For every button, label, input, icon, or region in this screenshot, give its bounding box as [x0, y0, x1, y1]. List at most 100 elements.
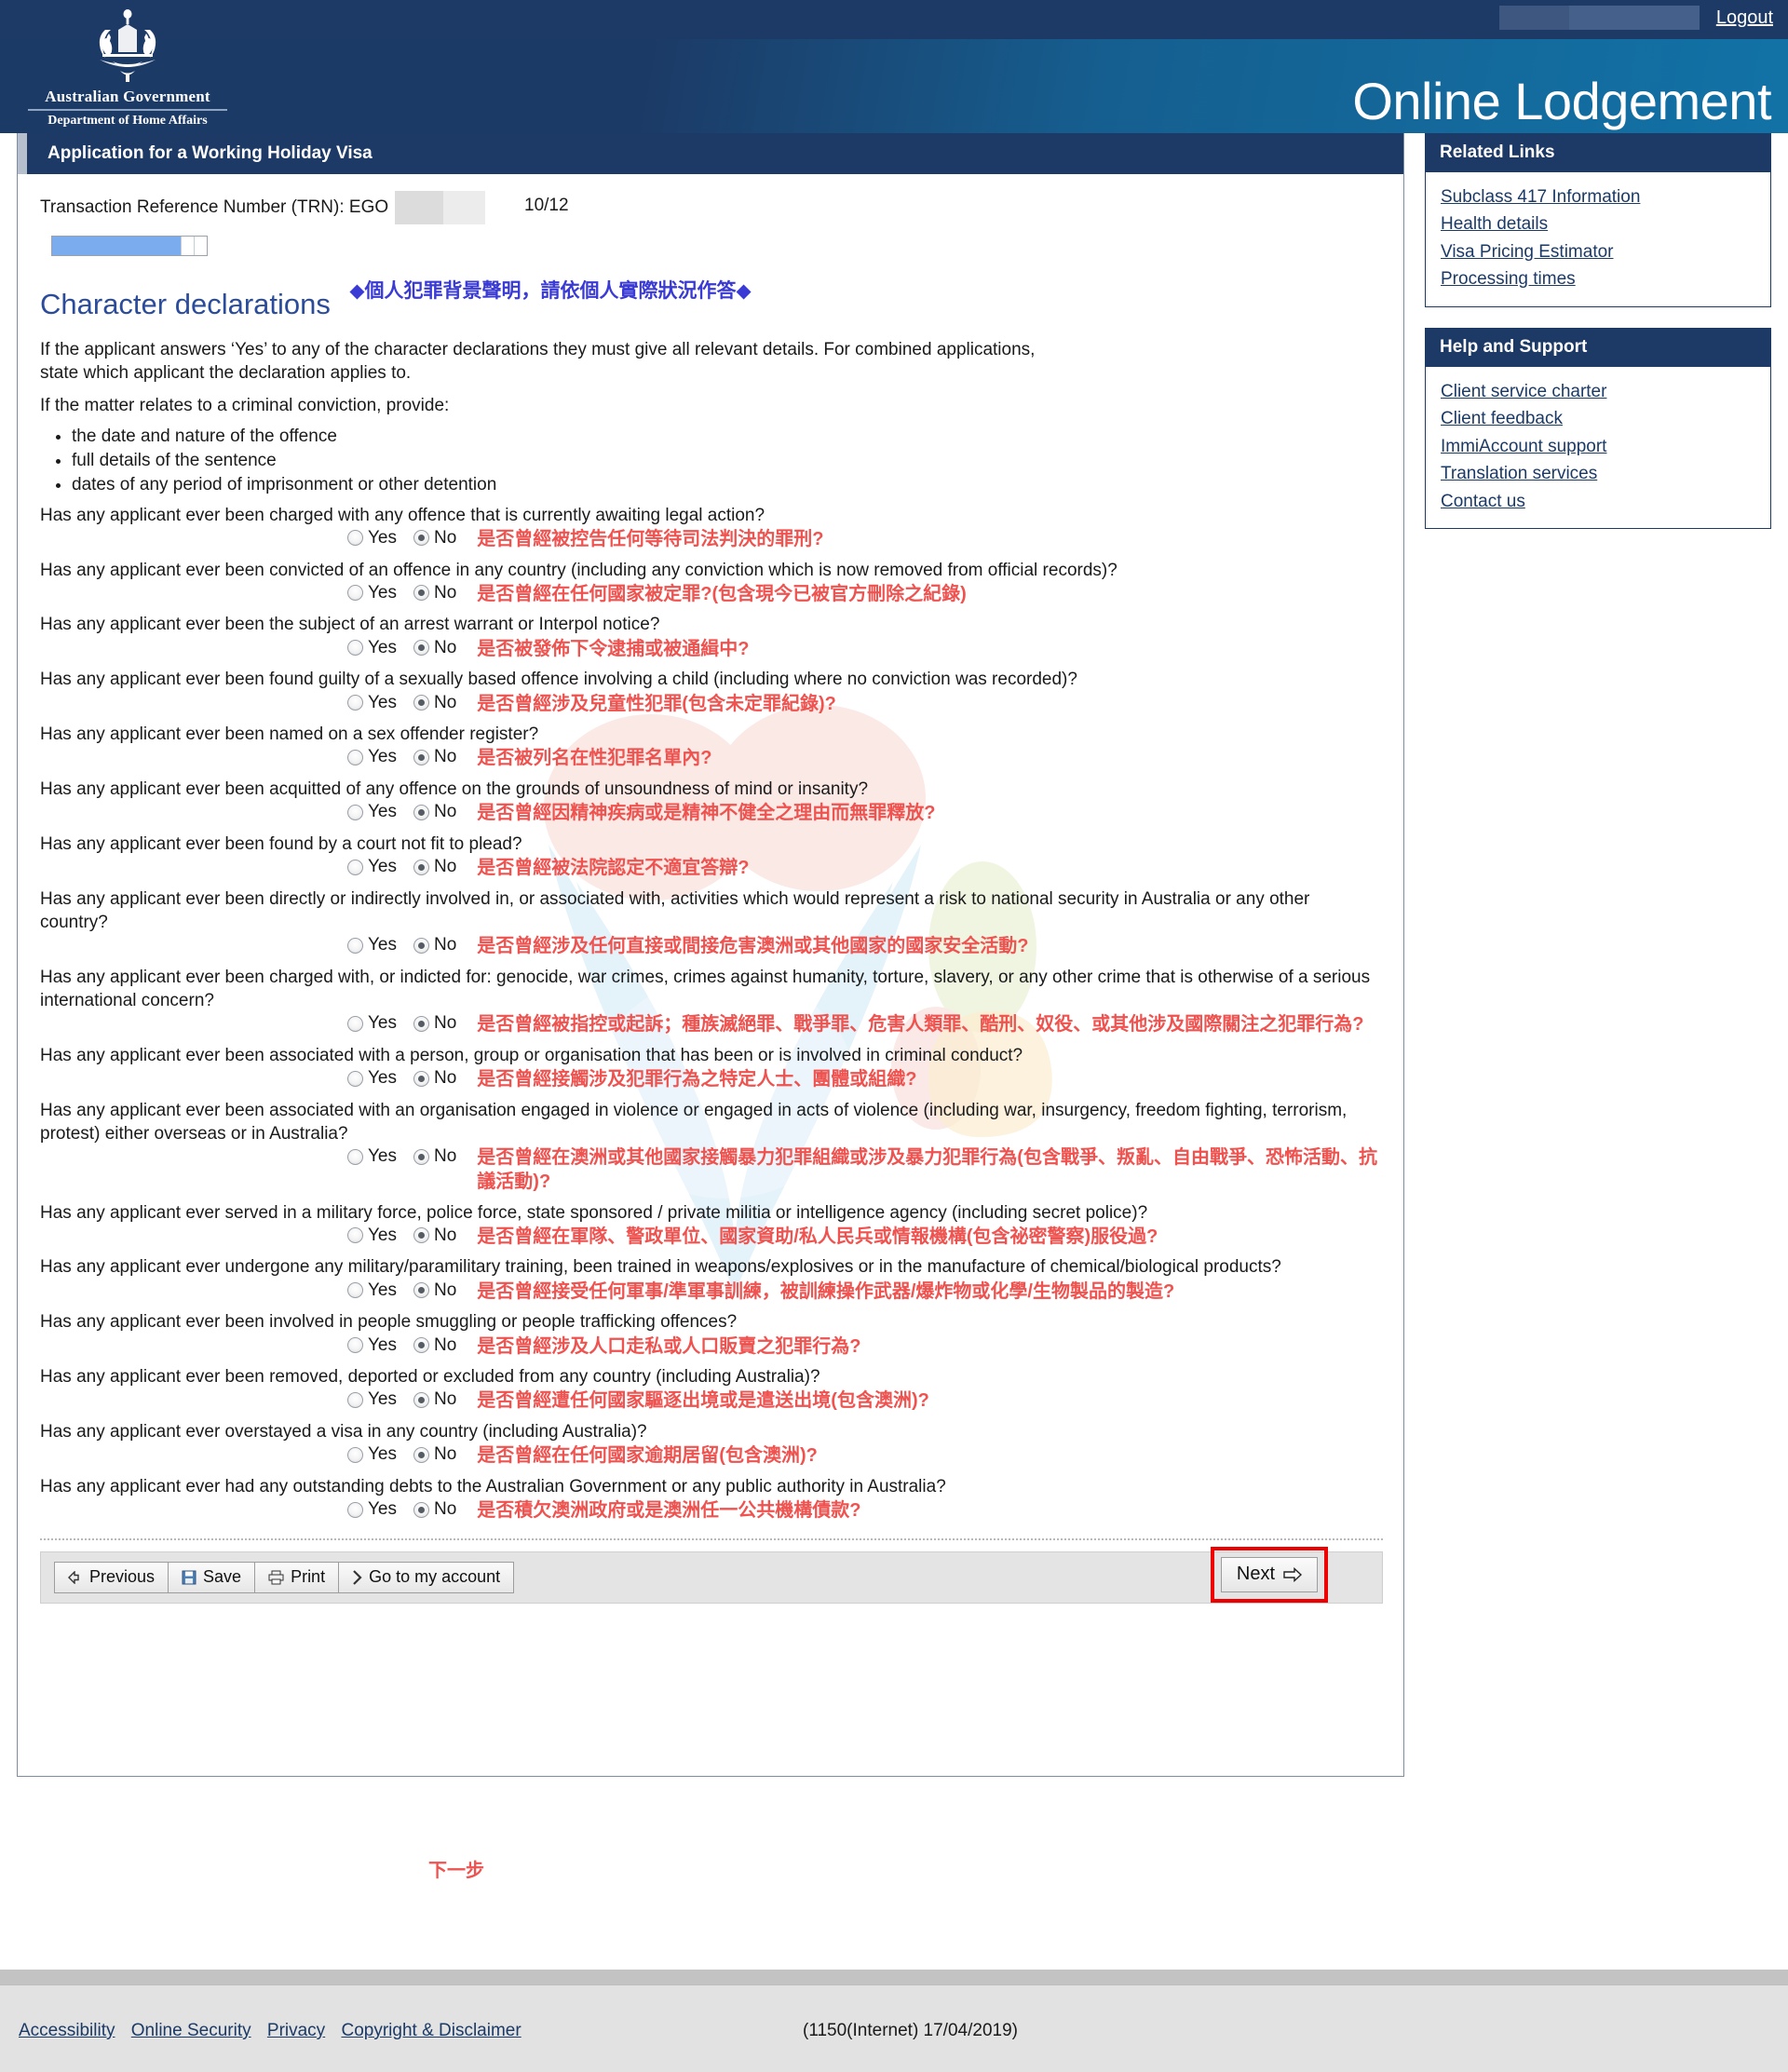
radio-no-label[interactable]: No [434, 638, 456, 658]
sidebar-link-client-feedback[interactable]: Client feedback [1441, 405, 1770, 432]
radio-no[interactable] [413, 749, 429, 765]
radio-yes[interactable] [347, 640, 363, 657]
radio-yes[interactable] [347, 804, 363, 820]
go-to-my-account-button[interactable]: Go to my account [338, 1561, 515, 1593]
radio-no-label[interactable]: No [434, 528, 456, 548]
radio-no[interactable] [413, 1148, 429, 1165]
radio-yes[interactable] [347, 1227, 363, 1244]
radio-yes-label[interactable]: Yes [368, 802, 397, 822]
sidebar-link-contact-us[interactable]: Contact us [1441, 488, 1770, 515]
radio-yes[interactable] [347, 695, 363, 711]
australian-government-crest: Australian Government Department of Home… [20, 6, 235, 129]
previous-button[interactable]: Previous [54, 1561, 169, 1593]
radio-yes-label[interactable]: Yes [368, 1444, 397, 1465]
radio-yes[interactable] [347, 1446, 363, 1463]
radio-no[interactable] [413, 937, 429, 954]
radio-yes-label[interactable]: Yes [368, 1226, 397, 1246]
radio-no-label[interactable]: No [434, 1499, 456, 1520]
radio-no[interactable] [413, 530, 429, 547]
sidebar-link-subclass-417[interactable]: Subclass 417 Information [1441, 183, 1770, 210]
topbar-right-group: Logout [1498, 6, 1788, 30]
radio-yes-label[interactable]: Yes [368, 638, 397, 658]
radio-no[interactable] [413, 1337, 429, 1354]
question-text: Has any applicant ever been associated w… [40, 1045, 1023, 1065]
sidebar-link-immiaccount-support[interactable]: ImmiAccount support [1441, 433, 1770, 460]
radio-yes[interactable] [347, 530, 363, 547]
sidebar-link-translation-services[interactable]: Translation services [1441, 460, 1770, 487]
logout-link[interactable]: Logout [1700, 6, 1788, 30]
radio-yes-label[interactable]: Yes [368, 1335, 397, 1356]
radio-no[interactable] [413, 859, 429, 875]
save-button[interactable]: Save [168, 1561, 256, 1593]
radio-no[interactable] [413, 695, 429, 711]
radio-no-label[interactable]: No [434, 747, 456, 767]
radio-yes-label[interactable]: Yes [368, 935, 397, 955]
list-item: the date and nature of the offence [72, 425, 1383, 449]
question-answer-row: Yes No 是否曾經在軍隊、警政單位、國家資助/私人民兵或情報機構(包含祕密警察)… [40, 1226, 1383, 1250]
radio-no[interactable] [413, 585, 429, 602]
radio-no-label[interactable]: No [434, 1280, 456, 1301]
question-annotation-cn: 是否曾經涉及任何直接或間接危害澳洲或其他國家的國家安全活動? [477, 936, 1029, 957]
sidebar-link-health-details[interactable]: Health details [1441, 210, 1770, 237]
sidebar-link-client-service-charter[interactable]: Client service charter [1441, 378, 1770, 405]
radio-no[interactable] [413, 1227, 429, 1244]
footer-link-privacy[interactable]: Privacy [267, 2021, 325, 2040]
radio-yes[interactable] [347, 1391, 363, 1408]
radio-no-label[interactable]: No [434, 1335, 456, 1356]
radio-yes[interactable] [347, 585, 363, 602]
radio-yes-label[interactable]: Yes [368, 1013, 397, 1034]
radio-no-label[interactable]: No [434, 1068, 456, 1089]
radio-yes-label[interactable]: Yes [368, 857, 397, 877]
top-utility-bar: Logout [0, 0, 1788, 39]
radio-no-label[interactable]: No [434, 935, 456, 955]
radio-yes-label[interactable]: Yes [368, 1280, 397, 1301]
radio-no[interactable] [413, 1282, 429, 1299]
radio-yes[interactable] [347, 937, 363, 954]
radio-yes[interactable] [347, 1148, 363, 1165]
next-button[interactable]: Next [1220, 1556, 1318, 1592]
sidebar-link-processing-times[interactable]: Processing times [1441, 265, 1770, 292]
radio-no-label[interactable]: No [434, 1389, 456, 1410]
next-button-annotation-cn: 下一步 [428, 1861, 484, 1881]
declaration-question: Has any applicant ever been removed, dep… [40, 1365, 1383, 1414]
radio-no[interactable] [413, 1391, 429, 1408]
radio-yes-label[interactable]: Yes [368, 1499, 397, 1520]
radio-no-label[interactable]: No [434, 1444, 456, 1465]
radio-yes-label[interactable]: Yes [368, 1389, 397, 1410]
radio-no-label[interactable]: No [434, 1146, 456, 1167]
radio-yes-label[interactable]: Yes [368, 1146, 397, 1167]
radio-no[interactable] [413, 1501, 429, 1518]
radio-no-label[interactable]: No [434, 802, 456, 822]
radio-no[interactable] [413, 640, 429, 657]
radio-yes-label[interactable]: Yes [368, 693, 397, 713]
footer-link-accessibility[interactable]: Accessibility [19, 2021, 115, 2040]
radio-yes[interactable] [347, 749, 363, 765]
radio-yes-label[interactable]: Yes [368, 528, 397, 548]
declaration-question: Has any applicant ever been associated w… [40, 1099, 1383, 1195]
radio-no-label[interactable]: No [434, 1013, 456, 1034]
radio-no[interactable] [413, 1070, 429, 1087]
sidebar-link-visa-pricing[interactable]: Visa Pricing Estimator [1441, 238, 1770, 265]
radio-yes[interactable] [347, 859, 363, 875]
declaration-question: Has any applicant ever been acquitted of… [40, 778, 1383, 826]
radio-yes[interactable] [347, 1337, 363, 1354]
radio-no[interactable] [413, 1015, 429, 1032]
radio-yes-label[interactable]: Yes [368, 583, 397, 603]
radio-no-label[interactable]: No [434, 1226, 456, 1246]
radio-no-label[interactable]: No [434, 583, 456, 603]
radio-no[interactable] [413, 1446, 429, 1463]
radio-no-label[interactable]: No [434, 857, 456, 877]
yes-no-radio-group: Yes No [347, 1146, 473, 1167]
radio-no[interactable] [413, 804, 429, 820]
print-button[interactable]: Print [254, 1561, 340, 1593]
radio-yes-label[interactable]: Yes [368, 1068, 397, 1089]
radio-yes-label[interactable]: Yes [368, 747, 397, 767]
radio-yes[interactable] [347, 1282, 363, 1299]
yes-no-radio-group: Yes No [347, 1499, 473, 1520]
radio-yes[interactable] [347, 1070, 363, 1087]
radio-yes[interactable] [347, 1015, 363, 1032]
footer-link-online-security[interactable]: Online Security [131, 2021, 251, 2040]
radio-no-label[interactable]: No [434, 693, 456, 713]
footer-link-copyright-disclaimer[interactable]: Copyright & Disclaimer [341, 2021, 521, 2040]
radio-yes[interactable] [347, 1501, 363, 1518]
